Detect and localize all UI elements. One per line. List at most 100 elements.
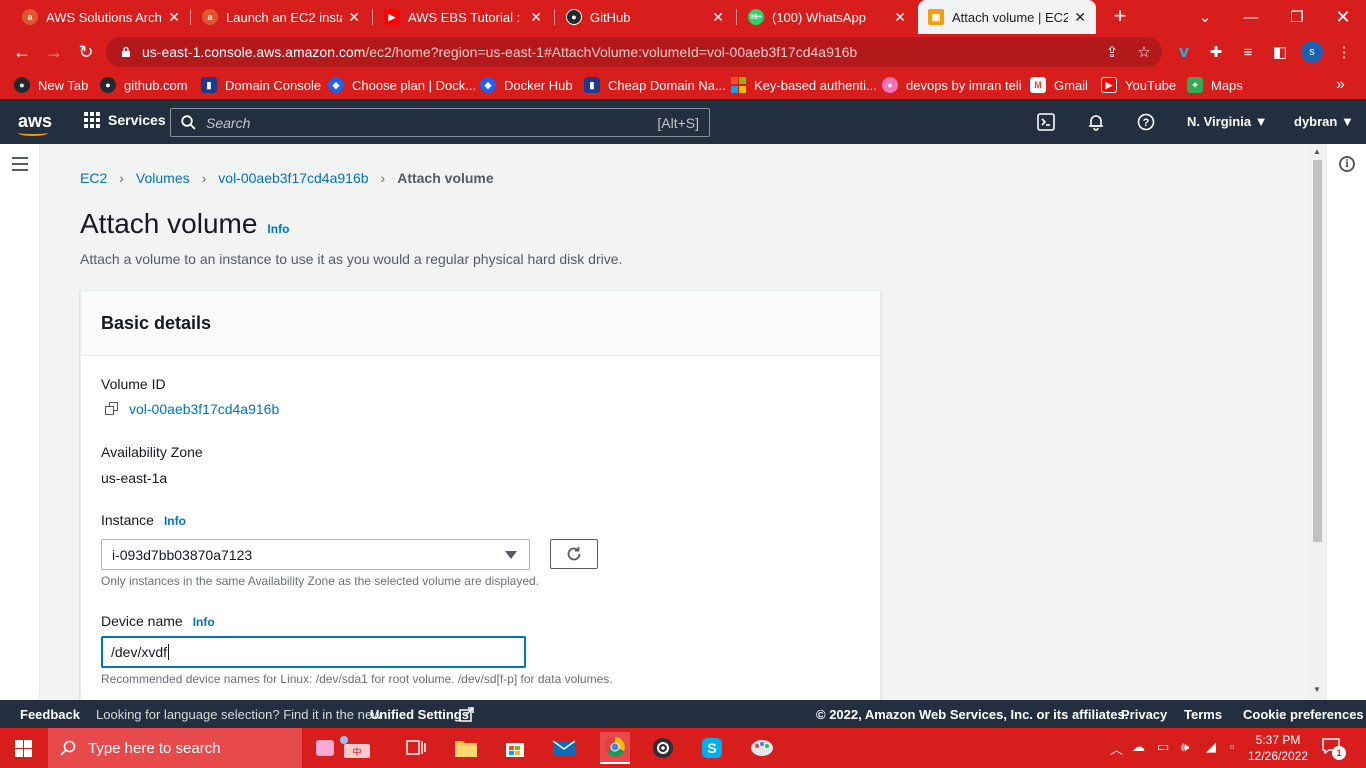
paint-app-icon[interactable] [748,734,776,762]
device-name-input[interactable]: /dev/xvdf [101,636,526,668]
bookmark-devops-imran[interactable]: ● devops by imran teli [882,75,1022,95]
more-bookmarks-icon[interactable]: » [1336,75,1345,95]
region-selector[interactable]: N. Virginia ▼ [1187,114,1268,129]
copy-icon[interactable] [105,402,119,416]
volume-id-value[interactable]: vol-00aeb3f17cd4a916b [129,401,279,417]
refresh-instances-button[interactable] [550,539,598,569]
system-clock[interactable]: 5:37 PM 12/26/2022 [1248,732,1308,764]
battery-icon[interactable]: ▭ [1157,739,1169,755]
bookmark-docker-hub[interactable]: ◆ Docker Hub [480,75,573,95]
show-hidden-icons-icon[interactable]: ︿ [1110,739,1123,758]
vimeo-extension-icon[interactable]: v [1174,42,1194,62]
windows-start-icon[interactable] [15,740,32,757]
bookmark-youtube[interactable]: ▶ YouTube [1101,75,1176,95]
close-window-icon[interactable]: ✕ [1320,0,1366,34]
hamburger-menu-icon[interactable] [12,157,28,175]
services-menu-button[interactable]: Services [84,112,166,128]
profile-avatar[interactable]: s [1301,41,1323,63]
close-tab-icon[interactable]: ✕ [348,9,360,26]
bookmark-key-based-auth[interactable]: Key-based authenti... [730,75,877,95]
close-tab-icon[interactable]: ✕ [894,9,906,26]
lock-icon [122,46,130,57]
tab-aws-solutions-architect[interactable]: a AWS Solutions Archite ✕ [12,0,190,34]
tab-attach-volume[interactable]: ▣ Attach volume | EC2 M ✕ [918,0,1096,34]
restore-icon[interactable]: ❐ [1274,0,1320,34]
aws-search-input[interactable]: Search [Alt+S] [170,108,710,137]
file-explorer-icon[interactable] [452,734,480,762]
forward-arrow-icon[interactable]: → [42,40,66,64]
bookmark-label: Gmail [1054,77,1088,93]
notifications-bell-icon[interactable] [1086,112,1106,132]
minimize-icon[interactable]: — [1228,0,1274,34]
scroll-down-icon[interactable]: ▼ [1313,685,1321,694]
bookmark-domain-console[interactable]: ▮ Domain Console [201,75,321,95]
volume-id-link[interactable]: vol-00aeb3f17cd4a916b [105,401,279,417]
scrollbar-thumb[interactable] [1313,160,1322,542]
mail-icon[interactable] [550,734,578,762]
aws-logo[interactable]: aws [18,111,52,136]
close-tab-icon[interactable]: ✕ [530,9,542,26]
chrome-menu-icon[interactable]: ⋮ [1334,42,1354,62]
tab-search-chevron-icon[interactable]: ⌄ [1182,0,1228,34]
bookmark-gmail[interactable]: M Gmail [1030,75,1088,95]
language-prompt: Looking for language selection? Find it … [96,707,382,722]
instance-select[interactable]: i-093d7bb03870a7123 [101,539,530,570]
address-bar[interactable]: us-east-1.console.aws.amazon.com/ec2/hom… [106,37,1162,67]
tab-github[interactable]: ● GitHub ✕ [556,0,734,34]
obs-icon[interactable] [649,734,677,762]
chrome-taskbar-icon[interactable] [600,732,630,764]
instance-info-link[interactable]: Info [164,514,186,528]
page-description: Attach a volume to an instance to use it… [80,251,623,267]
cloudshell-icon[interactable] [1036,112,1056,132]
scroll-up-icon[interactable]: ▲ [1313,147,1321,156]
feedback-link[interactable]: Feedback [20,707,80,722]
availability-zone-value: us-east-1a [101,470,168,486]
bookmark-star-icon[interactable]: ☆ [1134,42,1154,62]
reload-icon[interactable]: ↻ [74,40,98,64]
wifi-icon[interactable]: ◢ [1206,739,1216,755]
bookmark-cheap-domain[interactable]: ▮ Cheap Domain Na... [584,75,726,95]
breadcrumb-ec2[interactable]: EC2 [80,170,107,186]
extensions-puzzle-icon[interactable]: ✚ [1206,42,1226,62]
device-info-link[interactable]: Info [193,615,215,629]
weather-cloud-icon[interactable]: ☁ [1132,739,1145,755]
device-name-label: Device name Info [101,613,215,629]
side-panel-icon[interactable]: ◧ [1270,42,1290,62]
tab-aws-ebs-tutorial[interactable]: ▶ AWS EBS Tutorial : Cre ✕ [374,0,552,34]
page-info-link[interactable]: Info [267,222,289,236]
breadcrumb-volume-id[interactable]: vol-00aeb3f17cd4a916b [218,170,368,186]
unified-settings-link[interactable]: Unified Settings [370,707,469,722]
microsoft-store-icon[interactable] [501,734,529,762]
close-tab-icon[interactable]: ✕ [168,9,180,26]
cookie-preferences-link[interactable]: Cookie preferences [1243,707,1364,722]
docker-icon: ◆ [480,77,496,93]
page-scrollbar[interactable]: ▲ ▼ [1309,144,1326,700]
new-tab-icon[interactable]: + [1108,4,1132,28]
media-control-icon[interactable]: ≡ [1238,42,1258,62]
tab-whatsapp[interactable]: 99+ (100) WhatsApp ✕ [738,0,916,34]
task-view-icon[interactable] [402,734,430,762]
bookmark-maps[interactable]: ⌖ Maps [1187,75,1243,95]
account-menu[interactable]: dybran ▼ [1294,114,1354,129]
breadcrumb-volumes[interactable]: Volumes [136,170,190,186]
bookmark-new-tab[interactable]: ● New Tab [14,75,88,95]
volume-icon[interactable]: 🕪 [1181,739,1189,755]
close-tab-icon[interactable]: ✕ [1074,9,1086,26]
bookmark-github[interactable]: ● github.com [100,75,188,95]
tab-launch-ec2[interactable]: a Launch an EC2 instanc ✕ [192,0,370,34]
notification-count-badge: 1 [1332,746,1346,760]
taskbar-search-box[interactable]: Type here to search 中 [48,728,370,768]
privacy-link[interactable]: Privacy [1121,707,1167,722]
volume-id-label: Volume ID [101,376,166,392]
share-icon[interactable]: ⇪ [1102,42,1122,62]
terms-link[interactable]: Terms [1184,707,1222,722]
info-panel-icon[interactable]: i [1339,156,1355,172]
close-tab-icon[interactable]: ✕ [712,9,724,26]
breadcrumb-separator: › [380,170,386,186]
bookmark-choose-plan-docker[interactable]: ◆ Choose plan | Dock... [328,75,476,95]
skype-icon[interactable]: S [698,734,726,762]
device-icon[interactable]: ▫ [1230,739,1235,754]
notification-center-icon[interactable]: 1 [1322,738,1346,760]
help-icon[interactable]: ? [1136,112,1156,132]
back-arrow-icon[interactable]: ← [10,40,34,64]
